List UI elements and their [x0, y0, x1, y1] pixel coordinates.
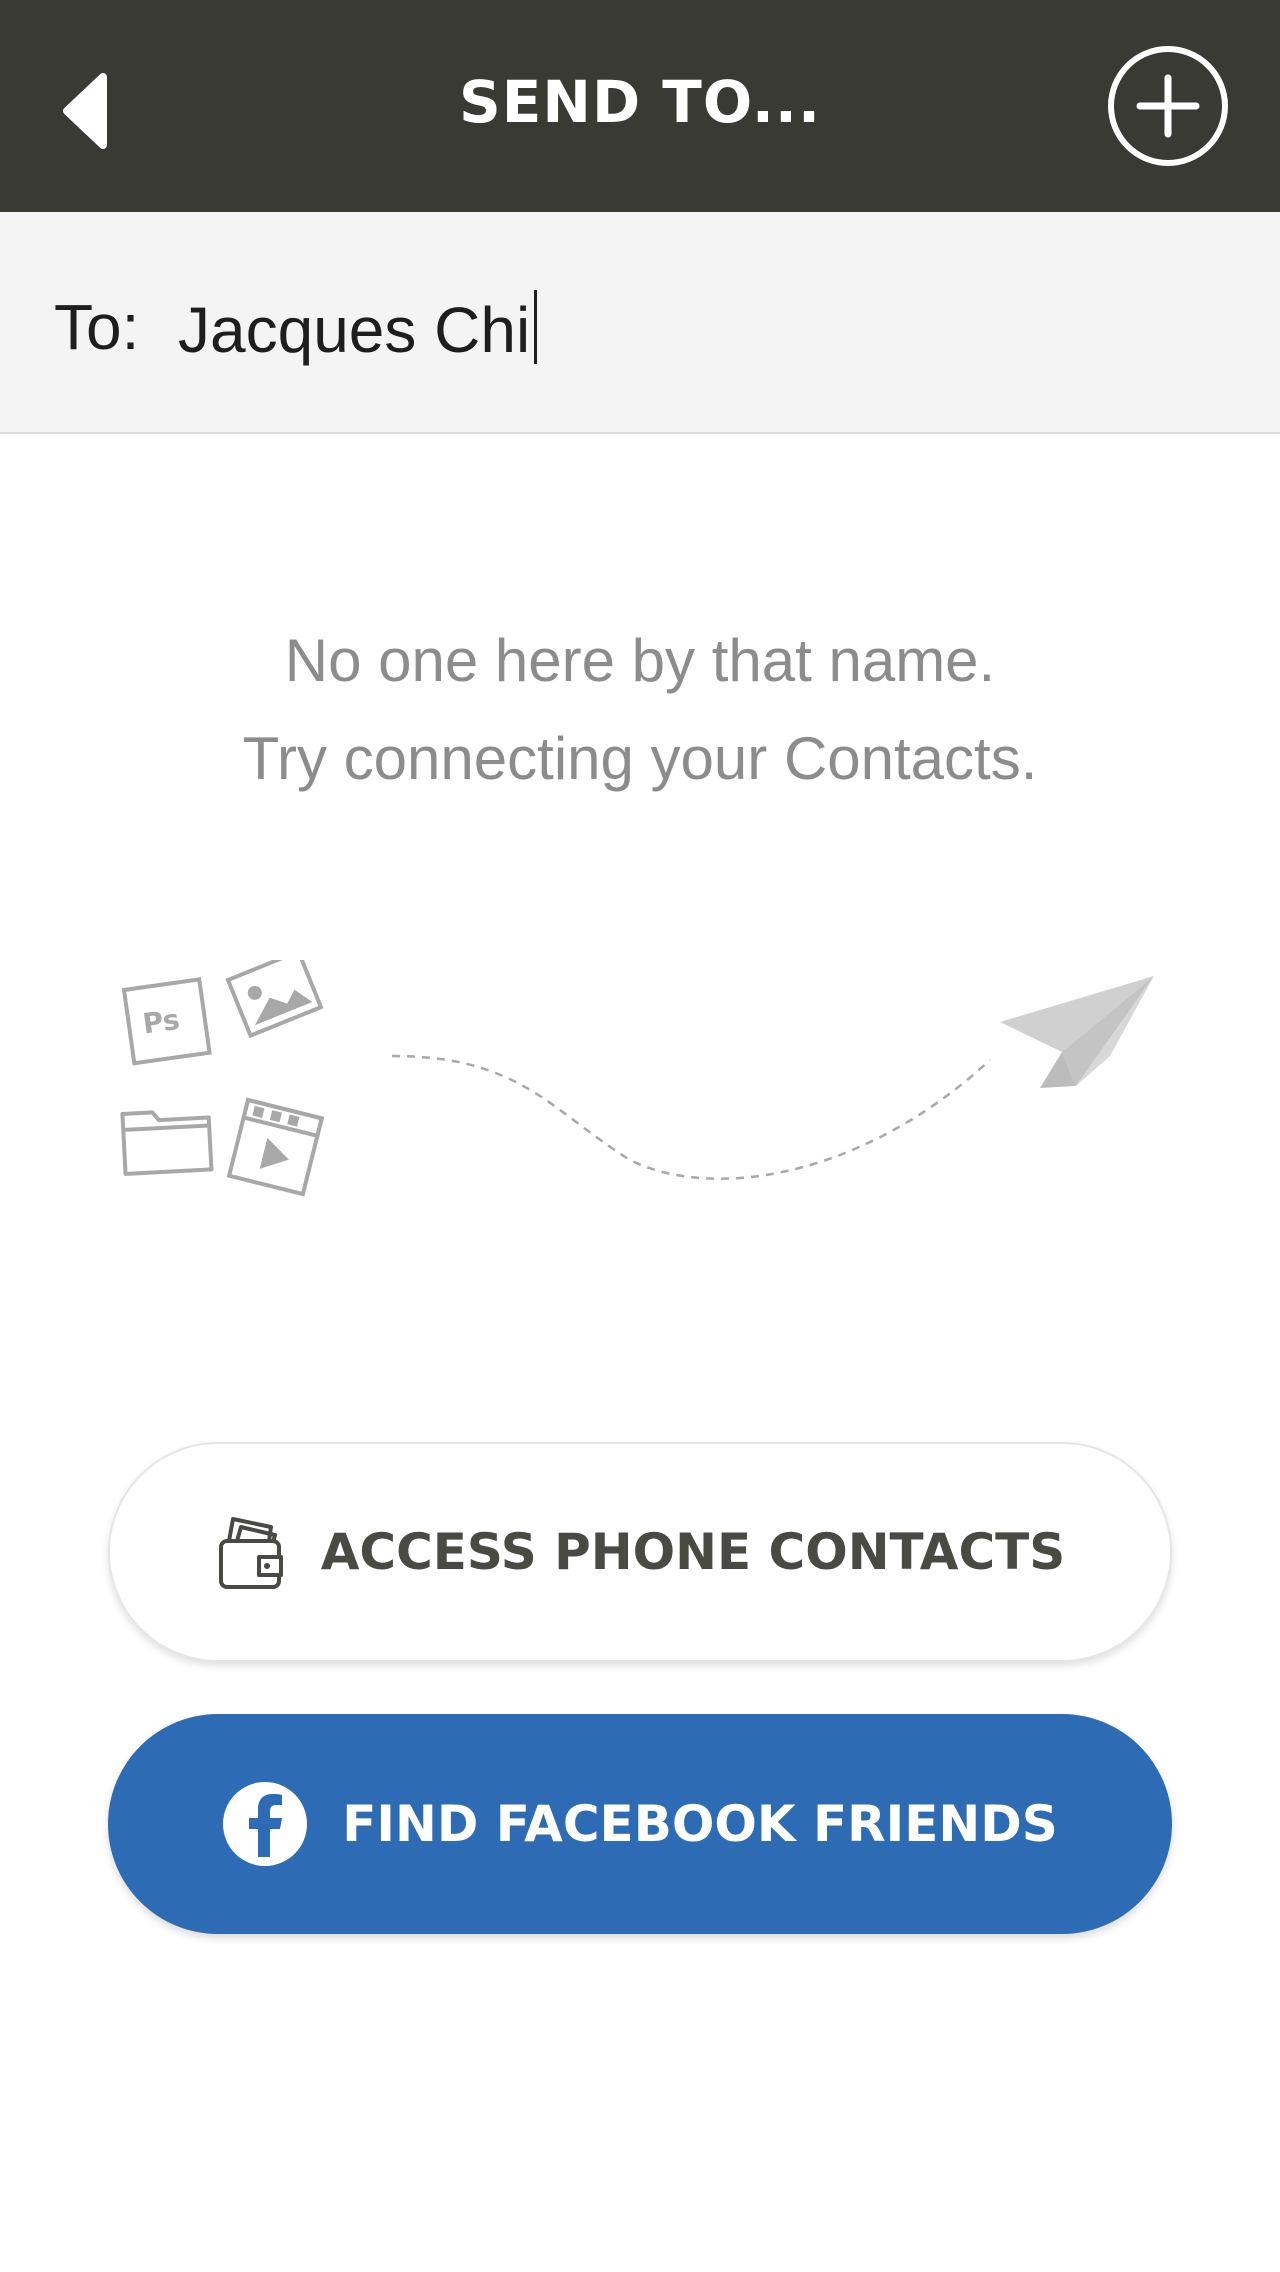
access-phone-contacts-button[interactable]: ACCESS PHONE CONTACTS: [108, 1442, 1172, 1662]
photoshop-file-icon: Ps: [121, 977, 212, 1066]
recipient-row: To: Jacques Chi: [0, 212, 1280, 434]
text-caret: [534, 290, 538, 364]
recipient-input[interactable]: Jacques Chi: [178, 290, 538, 367]
dashed-flight-path: [391, 1054, 991, 1180]
empty-message-line1: No one here by that name.: [284, 627, 996, 694]
top-bar: SEND TO...: [0, 0, 1280, 212]
video-file-icon: [226, 1097, 325, 1197]
ps-file-text: Ps: [141, 1003, 182, 1041]
plus-circle-icon: [1108, 46, 1228, 166]
send-to-screen: SEND TO... To: Jacques Chi No one here b…: [0, 0, 1280, 2272]
folder-icon: [120, 1110, 214, 1176]
page-title: SEND TO...: [459, 68, 821, 136]
access-phone-contacts-label: ACCESS PHONE CONTACTS: [320, 1523, 1066, 1581]
to-label: To:: [54, 291, 140, 363]
find-facebook-friends-label: FIND FACEBOOK FRIENDS: [342, 1795, 1058, 1853]
paper-plane-icon: [1000, 976, 1154, 1088]
recipient-input-text: Jacques Chi: [178, 294, 531, 366]
wallet-contacts-icon: [215, 1513, 287, 1591]
add-button[interactable]: [1106, 44, 1230, 168]
image-file-icon: [225, 960, 324, 1039]
find-facebook-friends-button[interactable]: FIND FACEBOOK FRIENDS: [108, 1714, 1172, 1934]
empty-message-line2: Try connecting your Contacts.: [242, 725, 1038, 792]
facebook-icon: [222, 1781, 308, 1867]
send-illustration: Ps: [120, 960, 1154, 1197]
